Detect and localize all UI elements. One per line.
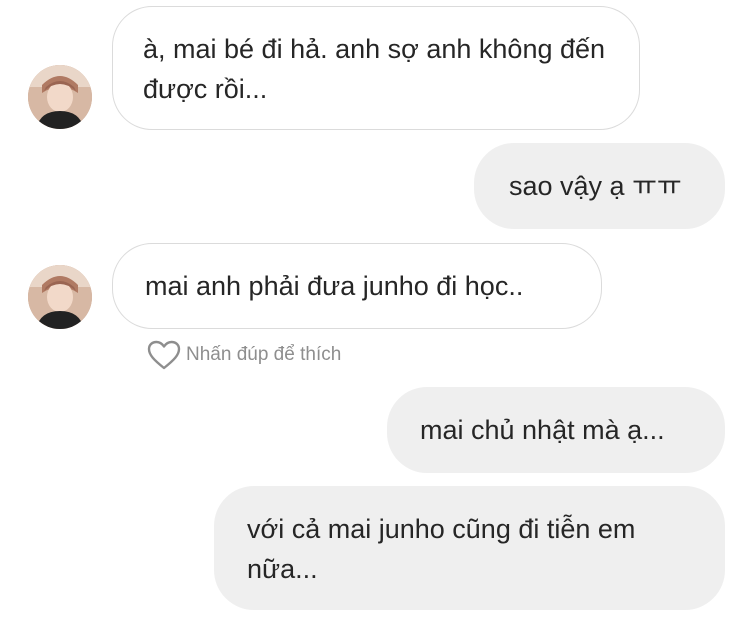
sender-avatar[interactable] (28, 265, 92, 329)
message-bubble-sent[interactable]: với cả mai junho cũng đi tiễn em nữa... (214, 486, 725, 610)
message-bubble-received[interactable]: mai anh phải đưa junho đi học.. (112, 243, 602, 329)
message-bubble-sent[interactable]: sao vậy ạ ㅠㅠ (474, 143, 725, 229)
message-text: với cả mai junho cũng đi tiễn em nữa... (247, 514, 636, 584)
sender-avatar[interactable] (28, 65, 92, 129)
double-tap-like-hint[interactable]: Nhấn đúp để thích (146, 338, 341, 372)
heart-outline-icon[interactable] (146, 339, 182, 371)
message-bubble-sent[interactable]: mai chủ nhật mà ạ... (387, 387, 725, 473)
like-hint-text: Nhấn đúp để thích (186, 344, 342, 365)
message-text: à, mai bé đi hả. anh sợ anh không đến đư… (143, 34, 606, 104)
message-text: mai chủ nhật mà ạ... (420, 415, 665, 445)
message-bubble-received[interactable]: à, mai bé đi hả. anh sợ anh không đến đư… (112, 6, 640, 130)
message-text: mai anh phải đưa junho đi học.. (145, 271, 524, 301)
message-text: sao vậy ạ ㅠㅠ (509, 171, 682, 201)
